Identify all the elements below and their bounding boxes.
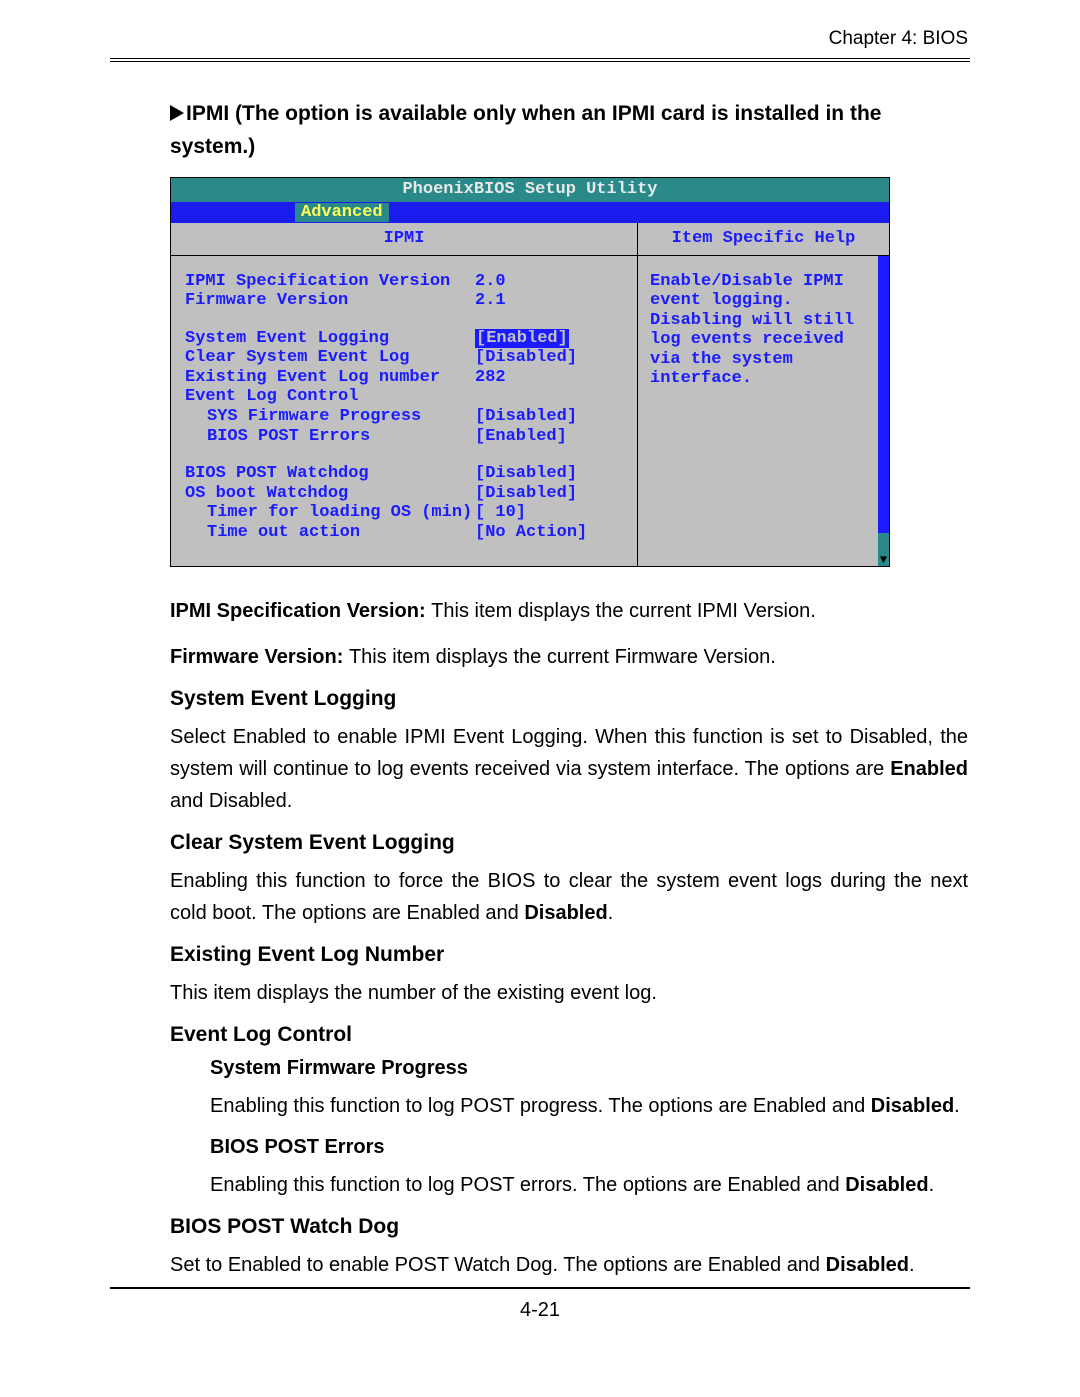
- scrollbar[interactable]: ▼: [878, 256, 889, 567]
- field-label: BIOS POST Errors: [185, 427, 475, 447]
- scrollbar-thumb[interactable]: [878, 533, 889, 555]
- field-label: System Event Logging: [185, 329, 475, 349]
- section-heading-text: IPMI (The option is available only when …: [170, 102, 881, 158]
- run: This item displays the current Firmware …: [349, 646, 776, 668]
- page-number: 4-21: [110, 1289, 970, 1346]
- paragraph: This item displays the number of the exi…: [170, 977, 968, 1009]
- paragraph: Enabling this function to log POST progr…: [210, 1090, 968, 1122]
- section-heading: IPMI (The option is available only when …: [170, 98, 968, 163]
- paragraph: IPMI Specification Version: This item di…: [170, 595, 968, 627]
- field-label: IPMI Specification Version: [185, 272, 475, 292]
- chevron-down-icon[interactable]: ▼: [878, 555, 889, 566]
- field-label: Clear System Event Log: [185, 348, 475, 368]
- bios-title-bar: PhoenixBIOS Setup Utility: [171, 178, 889, 202]
- field-value[interactable]: [No Action]: [475, 523, 587, 543]
- chapter-header: Chapter 4: BIOS: [110, 28, 970, 58]
- run-bold: Disabled: [871, 1095, 954, 1117]
- run-bold: Disabled: [524, 902, 607, 924]
- subheading: System Firmware Progress: [210, 1057, 968, 1080]
- heading: Existing Event Log Number: [170, 943, 968, 967]
- run: .: [954, 1095, 960, 1117]
- field-value: 2.0: [475, 272, 506, 292]
- field-value[interactable]: [ 10]: [475, 503, 526, 523]
- paragraph: Firmware Version: This item displays the…: [170, 641, 968, 673]
- run: Set to Enabled to enable POST Watch Dog.…: [170, 1254, 826, 1276]
- run-bold: Enabled: [890, 758, 968, 780]
- run: and Disabled.: [170, 790, 292, 812]
- field-value[interactable]: [Disabled]: [475, 464, 577, 484]
- run-bold: Firmware Version:: [170, 646, 349, 668]
- subheading: BIOS POST Errors: [210, 1136, 968, 1159]
- bios-settings-list: IPMI Specification Version2.0 Firmware V…: [171, 256, 637, 567]
- run: This item displays the current IPMI Vers…: [431, 600, 816, 622]
- field-value: 282: [475, 368, 506, 388]
- heading: Clear System Event Logging: [170, 831, 968, 855]
- help-panel-body: Enable/Disable IPMI event logging. Disab…: [638, 256, 889, 567]
- field-value[interactable]: [Disabled]: [475, 348, 577, 368]
- header-rule: [110, 58, 970, 62]
- bios-tab-bar: Advanced: [171, 202, 889, 224]
- field-label: Timer for loading OS (min): [185, 503, 475, 523]
- field-value-selected[interactable]: [Enabled]: [475, 329, 569, 349]
- paragraph: Enabling this function to force the BIOS…: [170, 865, 968, 929]
- bios-panel-title: IPMI: [171, 223, 637, 256]
- run: Select Enabled to enable IPMI Event Logg…: [170, 726, 968, 780]
- run-bold: Disabled: [826, 1254, 909, 1276]
- run: .: [608, 902, 614, 924]
- run: Enabling this function to log POST error…: [210, 1174, 845, 1196]
- field-value[interactable]: [Disabled]: [475, 484, 577, 504]
- paragraph: Set to Enabled to enable POST Watch Dog.…: [170, 1249, 968, 1281]
- run-bold: Disabled: [845, 1174, 928, 1196]
- run-bold: IPMI Specification Version:: [170, 600, 431, 622]
- field-value[interactable]: [Disabled]: [475, 407, 577, 427]
- triangle-icon: [170, 105, 184, 121]
- field-label: SYS Firmware Progress: [185, 407, 475, 427]
- heading: BIOS POST Watch Dog: [170, 1215, 968, 1239]
- field-value[interactable]: [Enabled]: [475, 427, 567, 447]
- run: .: [909, 1254, 915, 1276]
- bios-tab-advanced[interactable]: Advanced: [295, 203, 389, 223]
- heading: System Event Logging: [170, 687, 968, 711]
- run: .: [929, 1174, 935, 1196]
- help-panel-title: Item Specific Help: [638, 223, 889, 256]
- paragraph: Select Enabled to enable IPMI Event Logg…: [170, 721, 968, 817]
- field-label: Time out action: [185, 523, 475, 543]
- field-label: Firmware Version: [185, 291, 475, 311]
- field-label: BIOS POST Watchdog: [185, 464, 475, 484]
- field-label: Existing Event Log number: [185, 368, 475, 388]
- help-text: Enable/Disable IPMI event logging. Disab…: [650, 272, 854, 389]
- bios-screenshot: PhoenixBIOS Setup Utility Advanced IPMI …: [170, 177, 890, 567]
- run: Enabling this function to log POST progr…: [210, 1095, 871, 1117]
- field-label: Event Log Control: [185, 387, 475, 407]
- field-value: 2.1: [475, 291, 506, 311]
- paragraph: Enabling this function to log POST error…: [210, 1169, 968, 1201]
- heading: Event Log Control: [170, 1023, 968, 1047]
- field-label: OS boot Watchdog: [185, 484, 475, 504]
